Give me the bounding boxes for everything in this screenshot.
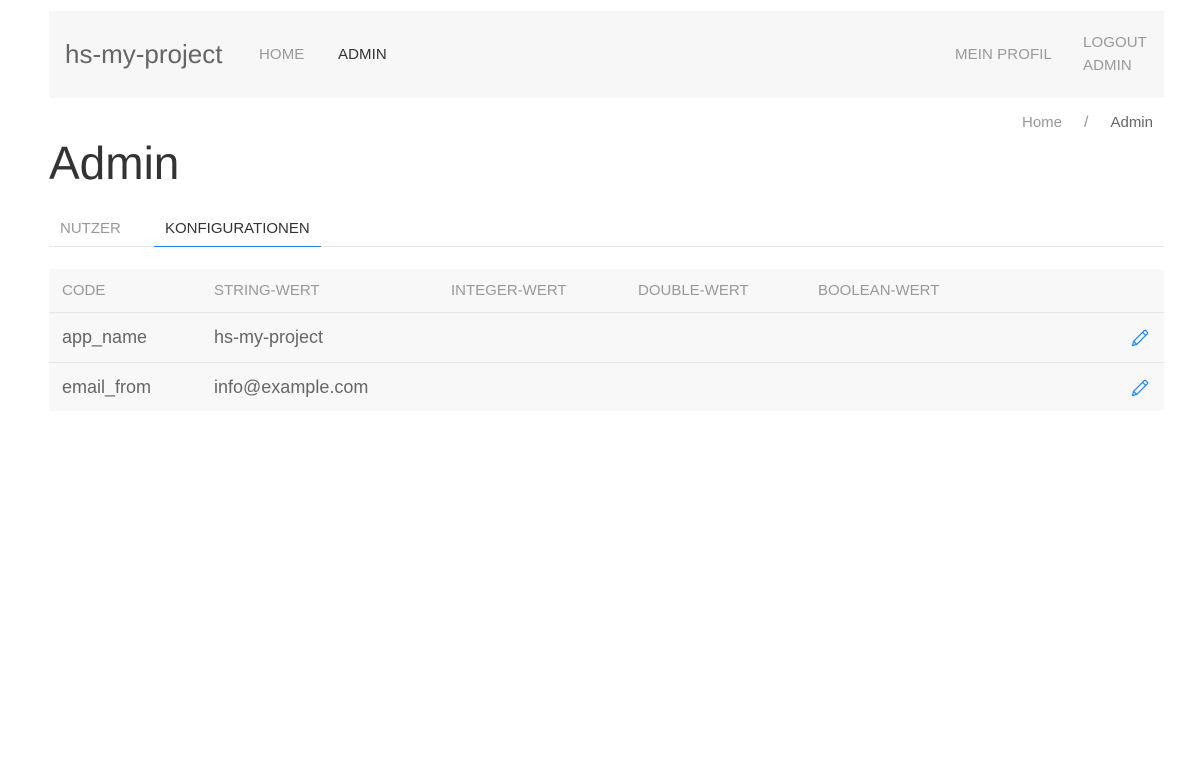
tab-users[interactable]: Nutzer [49,212,132,247]
column-header-integer-value: Integer-Wert [451,282,567,299]
logout-label: Logout [1083,34,1147,51]
column-header-code: Code [62,282,106,299]
cell-code: email_from [62,377,152,397]
cell-string-value: hs-my-project [214,327,324,347]
table-header-row: Code String-Wert Integer-Wert Double-Wer… [49,269,1164,313]
nav-link-logout[interactable]: Logout admin [1083,31,1163,77]
nav-link-home[interactable]: Home [259,43,304,66]
column-header-double-value: Double-Wert [638,282,749,299]
column-header-string-value: String-Wert [214,282,320,299]
pencil-icon[interactable] [1130,378,1150,398]
configurations-table: Code String-Wert Integer-Wert Double-Wer… [49,269,1164,411]
breadcrumb-current: Admin [1110,114,1153,131]
breadcrumb: Home / Admin [1022,112,1153,134]
tab-bar: Nutzer Konfigurationen [49,212,1164,247]
table-row: app_name hs-my-project [49,313,1164,362]
top-navbar: hs-my-project Home Admin Mein Profil Log… [49,11,1164,98]
cell-string-value: info@example.com [214,377,369,397]
tab-configurations[interactable]: Konfigurationen [154,212,321,247]
brand-logo[interactable]: hs-my-project [65,39,222,69]
cell-code: app_name [62,327,148,347]
table-row: email_from info@example.com [49,362,1164,411]
page-title: Admin [49,137,180,189]
breadcrumb-home-link[interactable]: Home [1022,112,1062,134]
logout-username: admin [1083,57,1132,74]
pencil-icon[interactable] [1130,328,1150,348]
nav-link-my-profile[interactable]: Mein Profil [955,43,1052,66]
nav-link-admin[interactable]: Admin [338,43,387,66]
breadcrumb-separator: / [1084,114,1089,131]
column-header-boolean-value: Boolean-Wert [818,282,940,299]
